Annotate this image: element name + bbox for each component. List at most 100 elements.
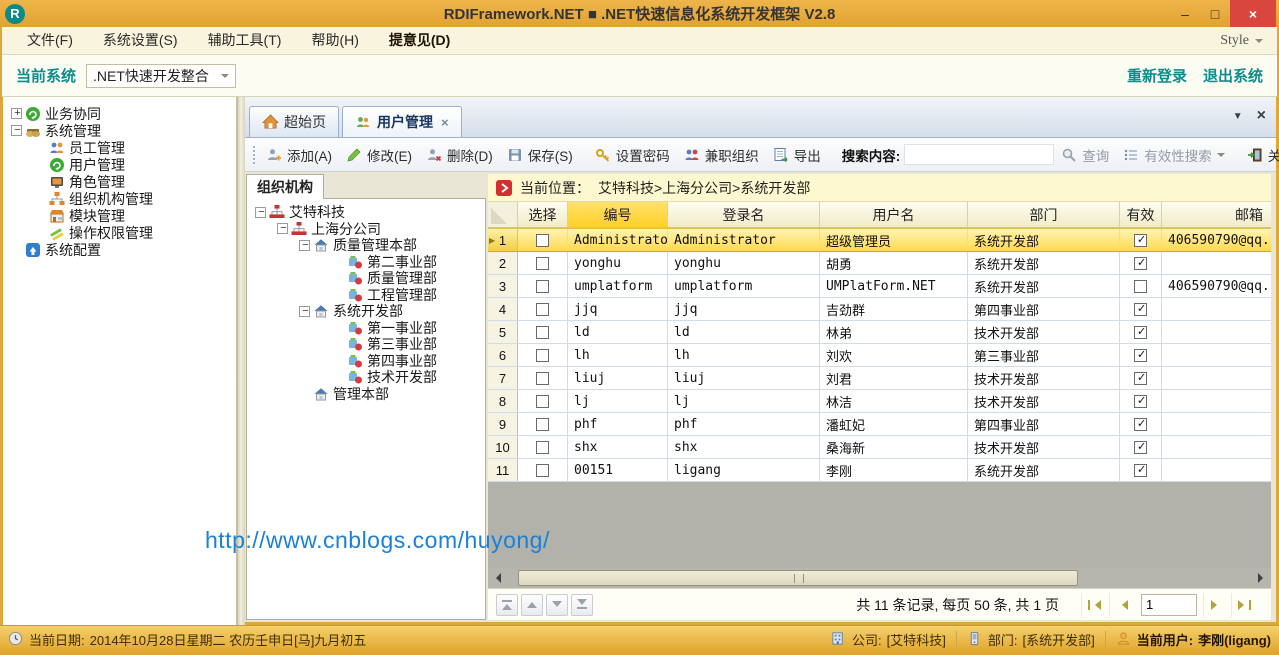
- row-select-cell[interactable]: [518, 252, 568, 274]
- row-select-cell[interactable]: [518, 459, 568, 481]
- row-select-cell[interactable]: [518, 321, 568, 343]
- collapse-icon[interactable]: [255, 206, 267, 219]
- org-node-unit[interactable]: 第三事业部: [247, 336, 485, 353]
- search-input[interactable]: [904, 144, 1055, 165]
- valid-checkbox[interactable]: [1134, 324, 1148, 339]
- exit-system-link[interactable]: 退出系统: [1203, 65, 1263, 86]
- menu-system-settings[interactable]: 系统设置(S): [88, 27, 193, 54]
- cell-valid[interactable]: [1120, 413, 1162, 435]
- menu-feedback[interactable]: 提意见(D): [374, 27, 465, 54]
- select-checkbox[interactable]: [536, 302, 549, 316]
- cell-valid[interactable]: [1120, 367, 1162, 389]
- valid-checkbox[interactable]: [1134, 255, 1148, 270]
- select-checkbox[interactable]: [536, 348, 549, 362]
- last-page-button[interactable]: [1231, 592, 1257, 617]
- scroll-left-icon[interactable]: [488, 568, 504, 588]
- row-select-cell[interactable]: [518, 344, 568, 366]
- cell-valid[interactable]: [1120, 252, 1162, 274]
- cell-valid[interactable]: [1120, 344, 1162, 366]
- collapse-icon[interactable]: [299, 305, 311, 318]
- nav-item-employee-mgmt[interactable]: 员工管理: [3, 139, 236, 156]
- table-row[interactable]: 3 umplatform umplatform UMPlatForm.NET 系…: [488, 275, 1271, 298]
- nav-item-module-mgmt[interactable]: 模块管理: [3, 207, 236, 224]
- next-page-button[interactable]: [1203, 592, 1229, 617]
- cell-valid[interactable]: [1120, 436, 1162, 458]
- nav-item-business[interactable]: 业务协同: [3, 105, 236, 122]
- style-dropdown[interactable]: Style: [1220, 33, 1263, 49]
- collapse-icon[interactable]: [11, 124, 23, 137]
- row-select-cell[interactable]: [518, 298, 568, 320]
- select-checkbox[interactable]: [536, 371, 549, 385]
- select-checkbox[interactable]: [536, 325, 549, 339]
- collapse-icon[interactable]: [299, 239, 311, 252]
- tree-first-button[interactable]: [496, 593, 518, 616]
- concurrent-org-button[interactable]: 兼职组织: [677, 142, 766, 168]
- table-row[interactable]: 7 liuj liuj 刘君 技术开发部: [488, 367, 1271, 390]
- relogin-link[interactable]: 重新登录: [1127, 65, 1187, 86]
- row-select-cell[interactable]: [518, 436, 568, 458]
- horizontal-scrollbar[interactable]: [488, 568, 1271, 588]
- menu-file[interactable]: 文件(F): [12, 27, 88, 54]
- scrollbar-thumb[interactable]: [518, 570, 1078, 586]
- system-select[interactable]: .NET快速开发整合: [86, 63, 237, 88]
- select-checkbox[interactable]: [536, 463, 549, 477]
- tree-last-button[interactable]: [571, 593, 593, 616]
- org-node-unit[interactable]: 第一事业部: [247, 320, 485, 337]
- save-button[interactable]: 保存(S): [500, 142, 580, 168]
- add-button[interactable]: 添加(A): [259, 142, 339, 168]
- table-row[interactable]: 5 ld ld 林弟 技术开发部: [488, 321, 1271, 344]
- cell-valid[interactable]: [1120, 229, 1162, 251]
- nav-item-system-mgmt[interactable]: 系统管理: [3, 122, 236, 139]
- nav-item-permission-mgmt[interactable]: 操作权限管理: [3, 224, 236, 241]
- tab-user-mgmt[interactable]: 用户管理 ×: [342, 106, 462, 137]
- scroll-right-icon[interactable]: [1255, 568, 1271, 588]
- table-row[interactable]: 6 lh lh 刘欢 第三事业部: [488, 344, 1271, 367]
- tab-list-dropdown-icon[interactable]: ▼: [1233, 111, 1243, 122]
- select-checkbox[interactable]: [536, 417, 549, 431]
- org-node-dept[interactable]: 系统开发部: [247, 303, 485, 320]
- row-select-cell[interactable]: [518, 413, 568, 435]
- validity-search-button[interactable]: 有效性搜索: [1116, 142, 1232, 168]
- menu-tools[interactable]: 辅助工具(T): [193, 27, 297, 54]
- cell-valid[interactable]: [1120, 459, 1162, 481]
- table-row[interactable]: 9 phf phf 潘虹妃 第四事业部: [488, 413, 1271, 436]
- tree-prev-button[interactable]: [521, 593, 543, 616]
- cell-valid[interactable]: [1120, 321, 1162, 343]
- prev-page-button[interactable]: [1109, 592, 1135, 617]
- org-node-dept[interactable]: 管理本部: [247, 386, 485, 403]
- table-row[interactable]: 1 Administrator Administrator 超级管理员 系统开发…: [488, 228, 1271, 252]
- close-tab-button[interactable]: 关闭: [1240, 142, 1279, 168]
- nav-item-role-mgmt[interactable]: 角色管理: [3, 173, 236, 190]
- valid-checkbox[interactable]: [1134, 232, 1148, 247]
- valid-checkbox[interactable]: [1134, 301, 1148, 316]
- col-id[interactable]: 编号: [568, 202, 668, 227]
- expand-icon[interactable]: [11, 107, 23, 120]
- export-button[interactable]: 导出: [766, 142, 828, 168]
- table-row[interactable]: 4 jjq jjq 吉劲群 第四事业部: [488, 298, 1271, 321]
- row-select-cell[interactable]: [518, 275, 568, 297]
- tab-close-icon[interactable]: ×: [441, 115, 449, 130]
- valid-checkbox[interactable]: [1134, 439, 1148, 454]
- select-checkbox[interactable]: [536, 256, 549, 270]
- row-select-cell[interactable]: [518, 229, 568, 251]
- select-checkbox[interactable]: [536, 233, 549, 247]
- select-checkbox[interactable]: [536, 440, 549, 454]
- table-row[interactable]: 10 shx shx 桑海新 技术开发部: [488, 436, 1271, 459]
- org-node-dept[interactable]: 质量管理本部: [247, 237, 485, 254]
- cell-valid[interactable]: [1120, 390, 1162, 412]
- collapse-icon[interactable]: [277, 222, 289, 235]
- org-node-unit[interactable]: 第二事业部: [247, 254, 485, 271]
- tree-next-button[interactable]: [546, 593, 568, 616]
- minimize-button[interactable]: –: [1170, 0, 1200, 27]
- col-login[interactable]: 登录名: [668, 202, 820, 227]
- close-button[interactable]: ×: [1230, 0, 1276, 27]
- col-dept[interactable]: 部门: [968, 202, 1120, 227]
- cell-valid[interactable]: [1120, 298, 1162, 320]
- select-checkbox[interactable]: [536, 394, 549, 408]
- nav-item-user-mgmt[interactable]: 用户管理: [3, 156, 236, 173]
- org-structure-tab[interactable]: 组织机构: [246, 174, 324, 199]
- valid-checkbox[interactable]: [1134, 370, 1148, 385]
- first-page-button[interactable]: [1081, 592, 1107, 617]
- table-row[interactable]: 8 lj lj 林洁 技术开发部: [488, 390, 1271, 413]
- col-select[interactable]: 选择: [518, 202, 568, 227]
